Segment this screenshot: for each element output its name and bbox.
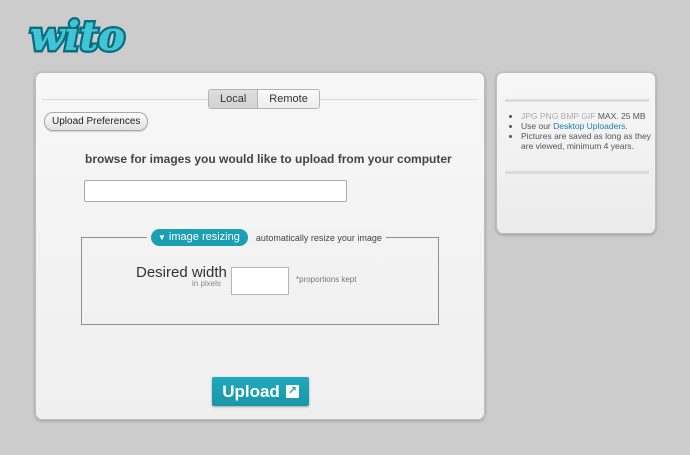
source-tabs: Local Remote [208,89,320,109]
wito-logo-image: wito wito [28,11,128,61]
list-item: Pictures are saved as long as they are v… [521,131,651,151]
tab-local[interactable]: Local [209,90,259,108]
image-resizing-toggle[interactable]: ▼ image resizing [151,229,248,246]
image-resizing-box: ▼ image resizing automatically resize yo… [81,229,439,325]
image-resizing-label: image resizing [168,231,240,243]
tab-remote[interactable]: Remote [258,90,319,108]
formats-text: JPG PNG BMP GIF [521,111,596,121]
triangle-down-icon: ▼ [158,233,166,242]
uploaders-prefix: Use our [521,121,554,131]
list-item: Use our Desktop Uploaders. [521,121,651,131]
resize-legend: ▼ image resizing automatically resize yo… [147,229,386,246]
uploaders-suffix: . [625,121,628,131]
resize-note: automatically resize your image [255,232,382,243]
proportions-note: *proportions kept [296,275,357,284]
wito-logo[interactable]: wito wito [26,10,136,61]
max-size-text: MAX. 25 MB [597,111,646,121]
svg-text:wito: wito [30,13,125,60]
side-divider-bottom [505,171,649,174]
file-browse-input[interactable] [84,180,347,202]
desktop-uploaders-link[interactable]: Desktop Uploaders [553,121,625,131]
browse-label: browse for images you would like to uplo… [85,152,452,166]
side-divider-top [505,99,649,102]
upload-button-label: Upload [222,381,280,401]
upload-preferences-button[interactable]: Upload Preferences [44,112,149,131]
width-unit-label: in pixels [192,279,221,288]
local-upload-panel: Local Remote Upload Preferences browse f… [35,72,485,420]
saved-note: Pictures are saved as long as they are v… [521,131,651,151]
arrow-up-right-icon: ↗ [285,385,299,398]
list-item: JPG PNG BMP GIF MAX. 25 MB [521,111,651,121]
upload-button[interactable]: Upload ↗ [212,377,309,406]
info-list: JPG PNG BMP GIF MAX. 25 MB Use our Deskt… [511,111,651,151]
desired-width-input[interactable] [231,267,289,295]
info-side-panel: JPG PNG BMP GIF MAX. 25 MB Use our Deskt… [496,72,656,234]
